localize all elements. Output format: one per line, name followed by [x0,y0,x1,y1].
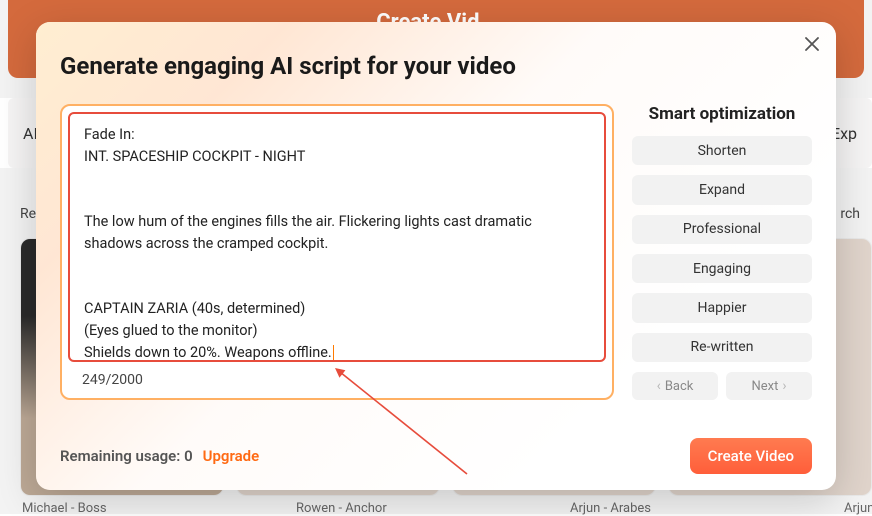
happier-button[interactable]: Happier [632,293,812,322]
engaging-button[interactable]: Engaging [632,254,812,283]
expand-button[interactable]: Expand [632,175,812,204]
ai-script-modal: Generate engaging AI script for your vid… [36,22,836,490]
next-label: Next [751,379,778,394]
smart-optimization-panel: Smart optimization Shorten Expand Profes… [632,104,812,400]
remaining-usage-count: 0 [184,447,193,465]
close-icon [805,37,819,51]
remaining-usage-label: Remaining usage: 0 [60,447,193,465]
script-textarea[interactable]: Fade In:INT. SPACESHIP COCKPIT - NIGHTTh… [68,112,606,362]
script-text: Fade In:INT. SPACESHIP COCKPIT - NIGHTTh… [84,126,532,361]
chevron-right-icon: › [782,378,786,394]
back-button[interactable]: ‹ Back [632,372,718,400]
create-video-button[interactable]: Create Video [690,438,812,474]
modal-title: Generate engaging AI script for your vid… [60,52,516,80]
professional-button[interactable]: Professional [632,215,812,244]
upgrade-link[interactable]: Upgrade [203,447,260,465]
nav-row: ‹ Back Next › [632,372,812,400]
text-cursor [333,345,335,361]
smart-optimization-title: Smart optimization [632,104,812,124]
rewritten-button[interactable]: Re-written [632,333,812,362]
back-label: Back [665,379,694,394]
content-right: rch [840,206,860,222]
modal-footer: Remaining usage: 0 Upgrade Create Video [60,438,812,474]
shorten-button[interactable]: Shorten [632,136,812,165]
modal-body: Fade In:INT. SPACESHIP COCKPIT - NIGHTTh… [60,104,812,400]
chevron-left-icon: ‹ [657,378,661,394]
content-left: Re [20,206,36,222]
close-button[interactable] [800,32,824,56]
next-button[interactable]: Next › [726,372,812,400]
char-counter: 249/2000 [68,362,606,392]
script-panel: Fade In:INT. SPACESHIP COCKPIT - NIGHTTh… [60,104,614,400]
